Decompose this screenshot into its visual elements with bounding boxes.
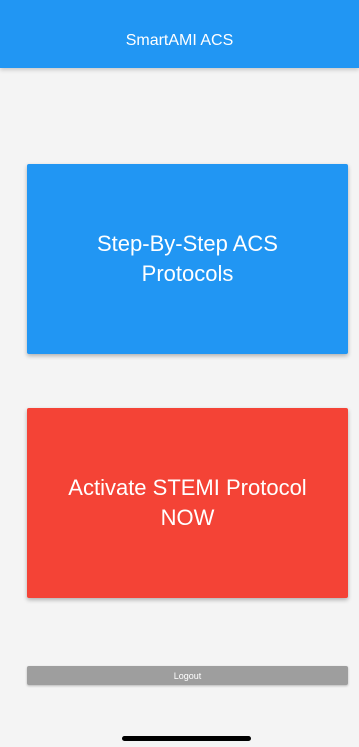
step-by-step-acs-protocols-label: Step-By-Step ACS Protocols	[97, 231, 278, 286]
activate-stemi-protocol-label: Activate STEMI Protocol NOW	[68, 475, 307, 530]
logout-label: Logout	[173, 670, 202, 681]
logout-button[interactable]: Logout	[27, 666, 348, 685]
activate-stemi-protocol-button[interactable]: Activate STEMI Protocol NOW	[27, 408, 348, 598]
app-bar: SmartAMI ACS	[0, 0, 359, 68]
step-by-step-acs-protocols-button[interactable]: Step-By-Step ACS Protocols	[27, 164, 348, 354]
home-indicator[interactable]	[122, 736, 251, 741]
app-title: SmartAMI ACS	[125, 32, 234, 49]
